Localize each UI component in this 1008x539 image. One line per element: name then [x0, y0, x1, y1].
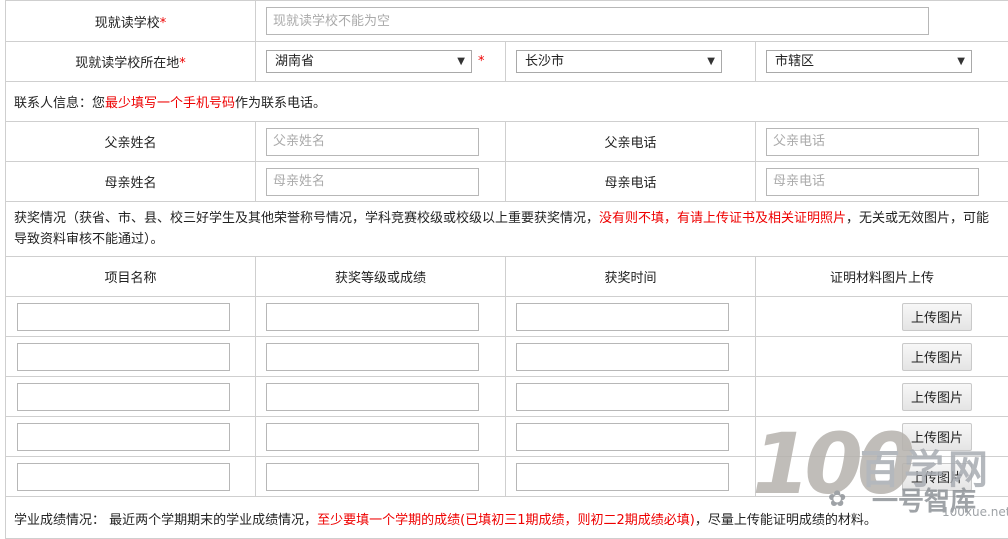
mother-phone-input[interactable] — [766, 168, 979, 196]
enrollment-form: 现就读学校* 现就读学校所在地* 湖南省 ▼ * 长沙市 ▼ 市辖区 — [5, 0, 1008, 539]
award-time-input[interactable] — [516, 303, 729, 331]
chevron-down-icon: ▼ — [457, 51, 465, 72]
mother-name-cell — [256, 162, 506, 202]
table-row: 上传图片 — [6, 337, 1008, 377]
upload-image-button[interactable]: 上传图片 — [902, 383, 972, 411]
table-row: 上传图片 — [6, 377, 1008, 417]
mother-phone-cell — [756, 162, 1008, 202]
award-level-input[interactable] — [266, 463, 479, 491]
mother-phone-label: 母亲电话 — [506, 162, 756, 202]
father-phone-cell — [756, 122, 1008, 162]
district-cell: 市辖区 ▼ — [756, 42, 1008, 82]
upload-image-button[interactable]: 上传图片 — [902, 343, 972, 371]
location-row: 现就读学校所在地* 湖南省 ▼ * 长沙市 ▼ 市辖区 ▼ — [6, 42, 1008, 82]
award-time-input[interactable] — [516, 463, 729, 491]
location-label: 现就读学校所在地* — [6, 42, 256, 82]
district-select[interactable]: 市辖区 ▼ — [766, 50, 972, 73]
header-award-time: 获奖时间 — [506, 257, 756, 297]
school-input[interactable] — [266, 7, 929, 35]
project-name-input[interactable] — [17, 423, 230, 451]
city-select[interactable]: 长沙市 ▼ — [516, 50, 722, 73]
award-level-input[interactable] — [266, 343, 479, 371]
chevron-down-icon: ▼ — [957, 51, 965, 72]
table-row: 上传图片 — [6, 457, 1008, 497]
mother-name-label: 母亲姓名 — [6, 162, 256, 202]
project-name-input[interactable] — [17, 343, 230, 371]
contact-note: 联系人信息：您最少填写一个手机号码作为联系电话。 — [6, 82, 1008, 122]
project-name-input[interactable] — [17, 303, 230, 331]
awards-header-row: 项目名称 获奖等级或成绩 获奖时间 证明材料图片上传 — [6, 257, 1008, 297]
table-row: 上传图片 — [6, 417, 1008, 457]
award-time-input[interactable] — [516, 343, 729, 371]
award-level-input[interactable] — [266, 303, 479, 331]
project-name-input[interactable] — [17, 463, 230, 491]
father-phone-input[interactable] — [766, 128, 979, 156]
province-select[interactable]: 湖南省 ▼ — [266, 50, 472, 73]
header-award-level: 获奖等级或成绩 — [256, 257, 506, 297]
mother-row: 母亲姓名 母亲电话 — [6, 162, 1008, 202]
school-label: 现就读学校* — [6, 1, 256, 42]
upload-image-button[interactable]: 上传图片 — [902, 423, 972, 451]
upload-image-button[interactable]: 上传图片 — [902, 463, 972, 491]
awards-note: 获奖情况（获省、市、县、校三好学生及其他荣誉称号情况，学科竞赛校级或校级以上重要… — [6, 202, 1008, 257]
required-mark: * — [478, 54, 485, 69]
award-time-input[interactable] — [516, 423, 729, 451]
grades-note-row: 学业成绩情况： 最近两个学期期末的学业成绩情况，至少要填一个学期的成绩(已填初三… — [6, 497, 1008, 539]
father-name-input[interactable] — [266, 128, 479, 156]
grades-note: 学业成绩情况： 最近两个学期期末的学业成绩情况，至少要填一个学期的成绩(已填初三… — [6, 497, 1008, 539]
upload-image-button[interactable]: 上传图片 — [902, 303, 972, 331]
header-project-name: 项目名称 — [6, 257, 256, 297]
project-name-input[interactable] — [17, 383, 230, 411]
father-name-cell — [256, 122, 506, 162]
chevron-down-icon: ▼ — [707, 51, 715, 72]
mother-name-input[interactable] — [266, 168, 479, 196]
school-row: 现就读学校* — [6, 1, 1008, 42]
school-cell — [256, 1, 1008, 42]
province-cell: 湖南省 ▼ * — [256, 42, 506, 82]
father-phone-label: 父亲电话 — [506, 122, 756, 162]
father-row: 父亲姓名 父亲电话 — [6, 122, 1008, 162]
table-row: 上传图片 — [6, 297, 1008, 337]
contact-note-row: 联系人信息：您最少填写一个手机号码作为联系电话。 — [6, 82, 1008, 122]
award-level-input[interactable] — [266, 383, 479, 411]
header-proof-upload: 证明材料图片上传 — [756, 257, 1008, 297]
city-cell: 长沙市 ▼ — [506, 42, 756, 82]
award-time-input[interactable] — [516, 383, 729, 411]
father-name-label: 父亲姓名 — [6, 122, 256, 162]
awards-note-row: 获奖情况（获省、市、县、校三好学生及其他荣誉称号情况，学科竞赛校级或校级以上重要… — [6, 202, 1008, 257]
award-level-input[interactable] — [266, 423, 479, 451]
